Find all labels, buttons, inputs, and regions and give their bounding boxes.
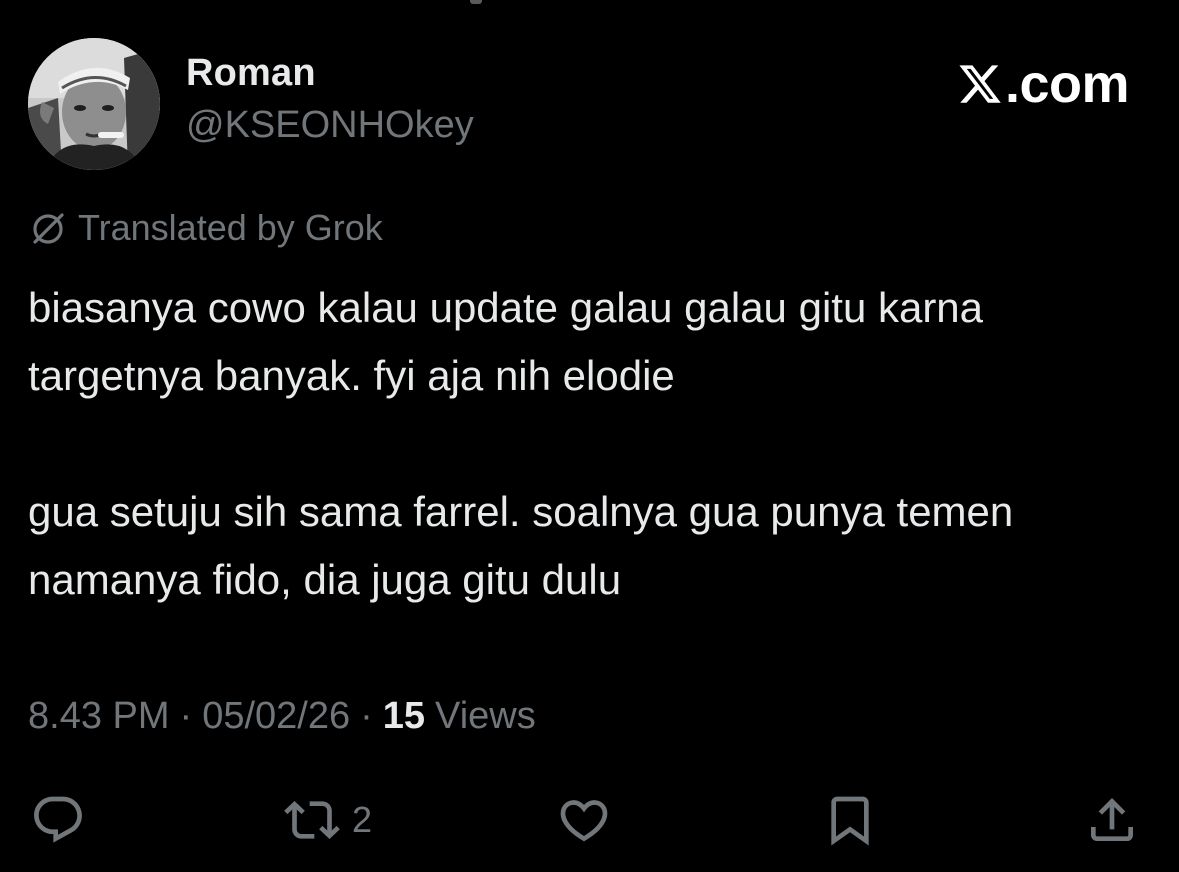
repost-count: 2: [352, 799, 373, 840]
views-count: 15: [382, 694, 426, 737]
author-name[interactable]: Roman: [186, 52, 316, 95]
grok-icon: [33, 213, 64, 244]
repost-button[interactable]: 2: [284, 790, 372, 850]
tweet-actions-bar: 2: [0, 790, 1179, 850]
bookmark-button[interactable]: [822, 790, 878, 850]
tweet-body: biasanya cowo kalau update galau galau g…: [28, 274, 1138, 614]
tweet-date[interactable]: 05/02/26: [202, 695, 350, 738]
repost-icon: [284, 801, 340, 839]
translation-notice: Translated by Grok: [28, 206, 383, 250]
meta-separator: ·: [360, 694, 373, 737]
author-handle[interactable]: @KSEONHOkey: [186, 104, 474, 147]
share-button[interactable]: [1084, 790, 1140, 850]
cropped-top-edge: [470, 0, 482, 4]
reply-icon: [34, 796, 82, 843]
tweet-paragraph: biasanya cowo kalau update galau galau g…: [28, 284, 984, 399]
reply-button[interactable]: [30, 790, 86, 850]
translation-label: Translated by Grok: [78, 207, 383, 248]
avatar-photo: [28, 38, 160, 170]
brand-domain-text: .com: [1004, 54, 1130, 114]
like-button[interactable]: [556, 790, 612, 850]
x-brand-watermark: .com: [957, 54, 1130, 114]
tweet-paragraph: gua setuju sih sama farrel. soalnya gua …: [28, 488, 1014, 603]
x-logo-icon: [959, 65, 1001, 103]
meta-separator: ·: [179, 694, 193, 737]
tweet-time[interactable]: 8.43 PM: [28, 695, 170, 738]
views-label: Views: [435, 694, 536, 737]
share-icon: [1091, 798, 1133, 841]
tweet-metadata: 8.43 PM · 05/02/26 · 15 Views: [28, 692, 536, 740]
avatar[interactable]: [28, 38, 160, 170]
heart-icon: [560, 800, 608, 842]
bookmark-icon: [831, 796, 869, 846]
